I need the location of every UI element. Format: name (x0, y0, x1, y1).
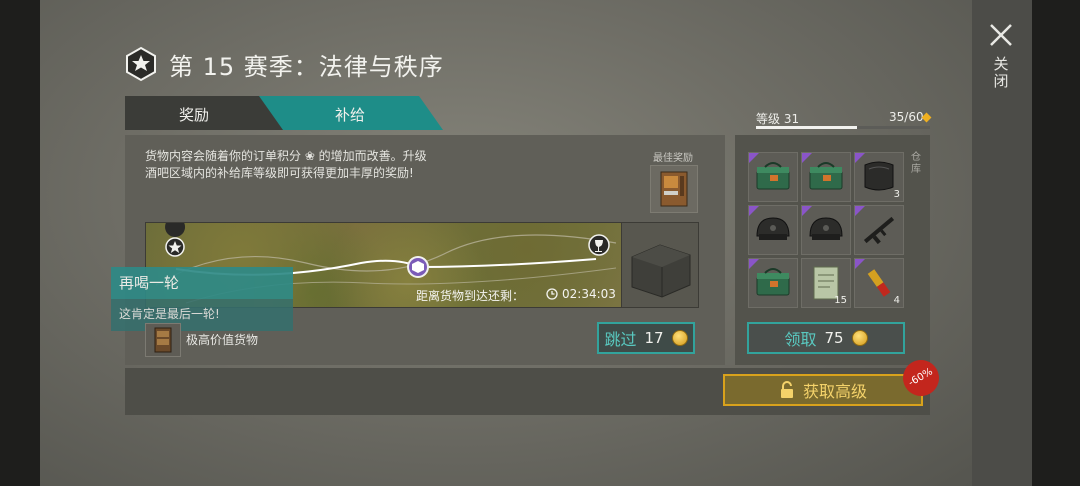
supply-crate-panel (621, 222, 699, 308)
reward-count: 4 (893, 295, 900, 306)
arrival-timer: 02:34:03 (546, 287, 616, 301)
helmet-icon (802, 217, 850, 258)
reward-item[interactable] (854, 205, 904, 255)
high-value-label: 极高价值货物 (186, 333, 259, 347)
tab-rewards[interactable]: 奖励 (125, 96, 285, 130)
best-reward-item[interactable] (650, 165, 698, 213)
close-label[interactable]: 关闭 (990, 56, 1012, 90)
skip-label: 跳过 (604, 330, 637, 349)
level-label: 等级 31 (756, 112, 800, 126)
get-premium-button[interactable]: 获取高级 (723, 374, 923, 406)
reward-item[interactable]: 15 (801, 258, 851, 308)
reward-item[interactable] (748, 152, 798, 202)
level-progress-bar (756, 126, 930, 129)
tooltip-title: 再喝一轮 (111, 267, 293, 299)
right-screen-edge (1032, 0, 1080, 486)
clock-icon (546, 288, 558, 300)
tooltip-body: 这肯定是最后一轮! (111, 299, 293, 331)
page-title: 第 15 赛季：法律与秩序 (169, 52, 444, 81)
tab-supply[interactable]: 补给 (259, 96, 443, 130)
tab-bar: 奖励 补给 (125, 96, 445, 130)
cargo-marker-icon (407, 256, 429, 278)
reward-item[interactable]: 4 (854, 258, 904, 308)
skip-button[interactable]: 跳过 17 (597, 322, 695, 354)
start-marker-icon (165, 223, 186, 257)
warehouse-label[interactable]: 仓库 (911, 152, 925, 176)
left-screen-edge (0, 0, 40, 486)
reward-item[interactable] (801, 205, 851, 255)
skip-cost: 17 (644, 329, 664, 347)
ammo-box-icon (802, 162, 850, 205)
reward-grid: 3 15 4 (748, 152, 904, 308)
reward-item[interactable]: 3 (854, 152, 904, 202)
reward-count: 3 (893, 189, 900, 200)
level-progress-fill (756, 126, 857, 129)
level-progress-text: 35/60 (889, 110, 924, 124)
arrival-label: 距离货物到达还剩： (416, 289, 525, 303)
reward-item[interactable] (748, 205, 798, 255)
claim-label: 领取 (784, 330, 817, 349)
cargo-cabinet-icon (154, 327, 172, 353)
get-premium-label: 获取高级 (802, 382, 867, 401)
helmet-icon (749, 217, 797, 258)
reward-count: 15 (834, 295, 847, 306)
supply-crate-icon (631, 244, 691, 298)
timer-value: 02:34:03 (562, 287, 616, 301)
best-reward-label: 最佳奖励 (653, 153, 693, 164)
season-badge-icon (126, 46, 156, 82)
claim-cost: 75 (824, 329, 844, 347)
supply-description: 货物内容会随着你的订单积分 ❀ 的增加而改善。升级 酒吧区域内的补给库等级即可获… (145, 148, 485, 182)
unlock-icon (780, 381, 793, 398)
header: 第 15 赛季：法律与秩序 (123, 46, 444, 82)
ammo-box-icon (749, 162, 797, 205)
description-line-1: 货物内容会随着你的订单积分 ❀ 的增加而改善。升级 (145, 149, 427, 163)
claim-button[interactable]: 领取 75 (747, 322, 905, 354)
description-line-2: 酒吧区域内的补给库等级即可获得更加丰厚的奖励! (145, 166, 414, 180)
bar-marker-icon (588, 234, 610, 256)
reward-item[interactable] (801, 152, 851, 202)
coin-icon (851, 330, 868, 346)
vending-machine-icon (660, 171, 688, 207)
high-value-cargo-item[interactable] (145, 323, 181, 357)
ammo-box-icon (749, 268, 797, 311)
close-icon[interactable] (988, 22, 1014, 48)
tab-supply-label: 补给 (335, 106, 366, 124)
rifle-icon (855, 216, 903, 258)
tab-rewards-label: 奖励 (179, 106, 210, 124)
coin-icon (671, 330, 688, 346)
reward-item[interactable] (748, 258, 798, 308)
event-tooltip: 再喝一轮 这肯定是最后一轮! (111, 267, 293, 331)
